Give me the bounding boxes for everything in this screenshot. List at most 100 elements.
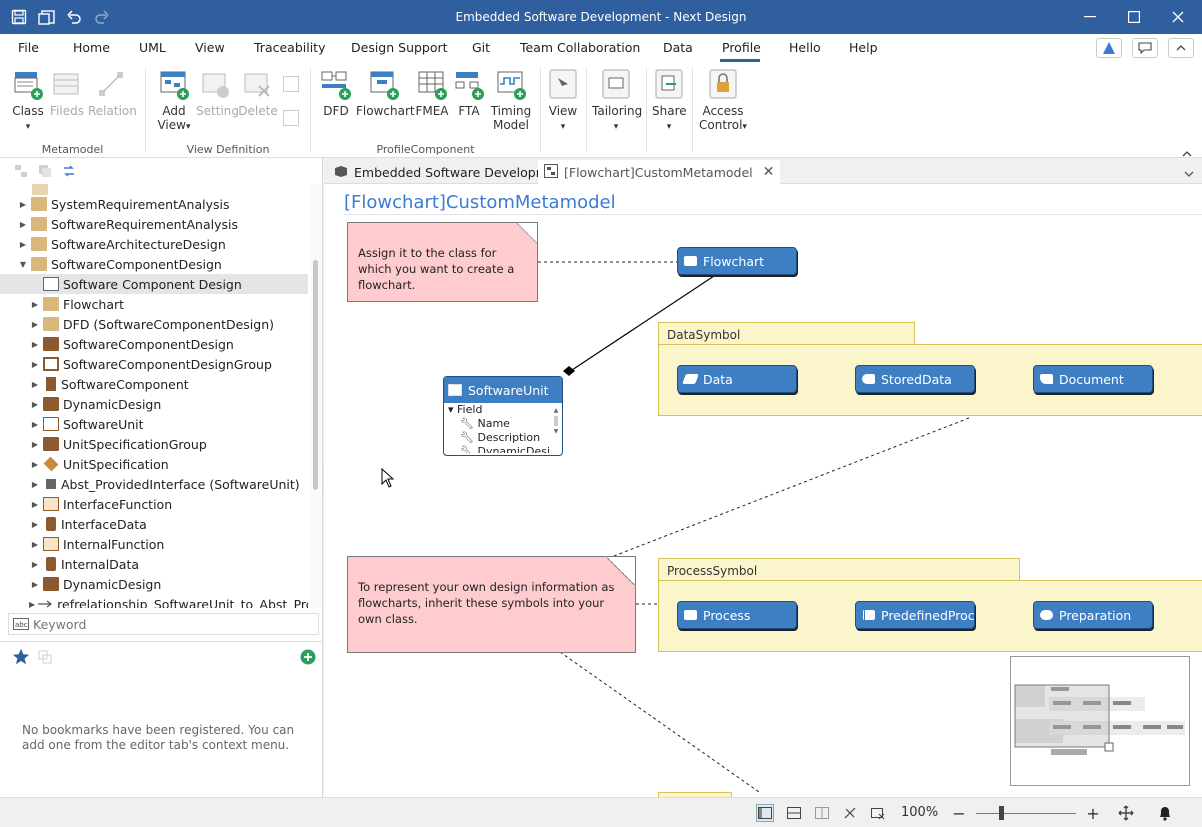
datasymbol-package-tab[interactable]: DataSymbol [658, 322, 915, 346]
zoom-out-icon[interactable]: − [950, 804, 968, 823]
add-bookmark-icon[interactable] [300, 649, 316, 668]
fields-button[interactable]: Fileds [48, 66, 86, 118]
small-view-icon-2[interactable] [283, 110, 299, 126]
minimize-button[interactable] [1068, 0, 1112, 34]
field-row[interactable]: 🔧︎ Name [444, 417, 562, 431]
menu-profile[interactable]: Profile [722, 40, 761, 55]
view-button[interactable]: View ▾ [546, 66, 580, 134]
fta-button[interactable]: FTA [452, 66, 486, 118]
collapse-ribbon-button[interactable] [1168, 38, 1194, 58]
access-control-button[interactable]: Access Control▾ [698, 66, 748, 134]
diagram-canvas[interactable]: [Flowchart]CustomMetamodel Assign it to … [324, 184, 1202, 797]
close-tab-icon[interactable]: ✕ [763, 164, 775, 180]
field-row[interactable]: 🔧︎ DynamicDesi [444, 445, 562, 453]
predefinedprocess-class[interactable]: PredefinedProce [855, 601, 975, 629]
add-view-button[interactable]: Add View▾ [152, 66, 196, 134]
softwareunit-class[interactable]: SoftwareUnit ▾ Field 🔧︎ Name 🔧︎ Descript… [443, 376, 563, 456]
tab-flowchart-custommetamodel[interactable]: [Flowchart]CustomMetamodel ✕ [538, 160, 781, 184]
tree-item[interactable]: ▶ SystemRequirementAnalysis [0, 194, 308, 214]
field-scrollbar[interactable]: ▲ ▼ [552, 407, 560, 455]
tree-item[interactable]: ▶ InterfaceData [0, 514, 308, 534]
zoom-slider-thumb[interactable] [999, 806, 1004, 820]
layout-vertical-icon[interactable] [813, 804, 831, 822]
bookmark-list-icon[interactable] [38, 650, 52, 667]
tree-item[interactable]: ▶ SoftwareComponent [0, 374, 308, 394]
expand-all-icon[interactable] [36, 162, 54, 180]
layout-single-icon[interactable] [756, 804, 774, 822]
move-icon[interactable] [1117, 804, 1135, 822]
menu-data[interactable]: Data [663, 40, 693, 55]
flowchart-class[interactable]: Flowchart [677, 247, 797, 275]
maximize-button[interactable] [1112, 0, 1156, 34]
tree-scrollbar[interactable] [311, 184, 321, 608]
folder-icon [43, 337, 59, 351]
tree-item[interactable]: ▼ SoftwareComponentDesign [0, 254, 308, 274]
tree-scrollbar-thumb[interactable] [313, 260, 318, 490]
field-row[interactable]: 🔧︎ Description [444, 431, 562, 445]
tab-list-chevron-icon[interactable] [1184, 166, 1194, 180]
collapse-all-icon[interactable] [12, 162, 30, 180]
menu-team-collaboration[interactable]: Team Collaboration [520, 40, 640, 55]
tree-item[interactable]: ▶ InternalFunction [0, 534, 308, 554]
dfd-button[interactable]: DFD [318, 66, 354, 118]
tree-item-selected[interactable]: Software Component Design [0, 274, 308, 294]
storeddata-class[interactable]: StoredData [855, 365, 975, 393]
tree-item[interactable]: ▶ refrelationship_SoftwareUnit_to_Abst_Pr… [0, 594, 308, 609]
tree-item[interactable]: ▶ DynamicDesign [0, 394, 308, 414]
menu-uml[interactable]: UML [139, 40, 166, 55]
preparation-class[interactable]: Preparation [1033, 601, 1153, 629]
tree-item[interactable]: ▶ SoftwareUnit [0, 414, 308, 434]
tree-item[interactable]: ▶ UnitSpecification [0, 454, 308, 474]
process-class[interactable]: Process [677, 601, 797, 629]
tree-item[interactable]: ▶ UnitSpecificationGroup [0, 434, 308, 454]
notification-bell-icon[interactable] [1156, 804, 1174, 822]
tree-item[interactable]: ▶ DynamicDesign [0, 574, 308, 594]
note-assign[interactable]: Assign it to the class for which you wan… [347, 222, 538, 302]
document-class[interactable]: Document [1033, 365, 1153, 393]
search-input[interactable] [33, 616, 318, 632]
fmea-button[interactable]: FMEA [414, 66, 450, 118]
share-button[interactable]: Share ▾ [652, 66, 687, 134]
menu-git[interactable]: Git [472, 40, 490, 55]
sync-icon[interactable] [60, 162, 78, 180]
relation-button[interactable]: Relation [88, 66, 137, 118]
flowchart-button[interactable]: Flowchart [356, 66, 415, 118]
tree-item[interactable]: ▶ DFD (SoftwareComponentDesign) [0, 314, 308, 334]
fit-icon[interactable] [869, 804, 887, 822]
timing-model-button[interactable]: Timing Model [488, 66, 534, 132]
layout-horizontal-icon[interactable] [785, 804, 803, 822]
zoom-slider[interactable] [976, 813, 1076, 814]
data-icon [46, 517, 56, 531]
processsymbol-package-tab[interactable]: ProcessSymbol [658, 558, 1020, 582]
feedback-button[interactable] [1132, 38, 1158, 58]
zoom-in-icon[interactable]: + [1084, 804, 1102, 823]
minimap[interactable] [1010, 656, 1190, 786]
star-icon[interactable] [12, 648, 30, 669]
menu-home[interactable]: Home [73, 40, 110, 55]
tree-item[interactable]: ▶ SoftwareComponentDesign [0, 334, 308, 354]
data-class[interactable]: Data [677, 365, 797, 393]
tree-item[interactable]: ▶ Abst_ProvidedInterface (SoftwareUnit) [0, 474, 308, 494]
small-view-icon-1[interactable] [283, 76, 299, 92]
class-button[interactable]: Class ▾ [8, 66, 48, 134]
tree-item[interactable]: ▶ SoftwareRequirementAnalysis [0, 214, 308, 234]
menu-help[interactable]: Help [849, 40, 878, 55]
tree-item[interactable]: ▶ InternalData [0, 554, 308, 574]
delete-button[interactable]: Delete [238, 66, 278, 118]
close-button[interactable] [1156, 0, 1200, 34]
menu-traceability[interactable]: Traceability [254, 40, 325, 55]
note-represent[interactable]: To represent your own design information… [347, 556, 636, 653]
tree-item[interactable]: ▶ SoftwareComponentDesignGroup [0, 354, 308, 374]
menu-hello[interactable]: Hello [789, 40, 821, 55]
setting-button[interactable]: Setting [196, 66, 239, 118]
tailoring-button[interactable]: Tailoring ▾ [592, 66, 642, 134]
menu-design-support[interactable]: Design Support [351, 40, 448, 55]
field-section[interactable]: ▾ Field [444, 403, 562, 417]
tree-item[interactable]: ▶ InterfaceFunction [0, 494, 308, 514]
menu-view[interactable]: View [195, 40, 225, 55]
menu-file[interactable]: File [18, 40, 39, 55]
pan-icon[interactable] [841, 804, 859, 822]
tree-item[interactable]: ▶ Flowchart [0, 294, 308, 314]
assistant-button[interactable] [1096, 38, 1122, 58]
tree-item[interactable]: ▶ SoftwareArchitectureDesign [0, 234, 308, 254]
